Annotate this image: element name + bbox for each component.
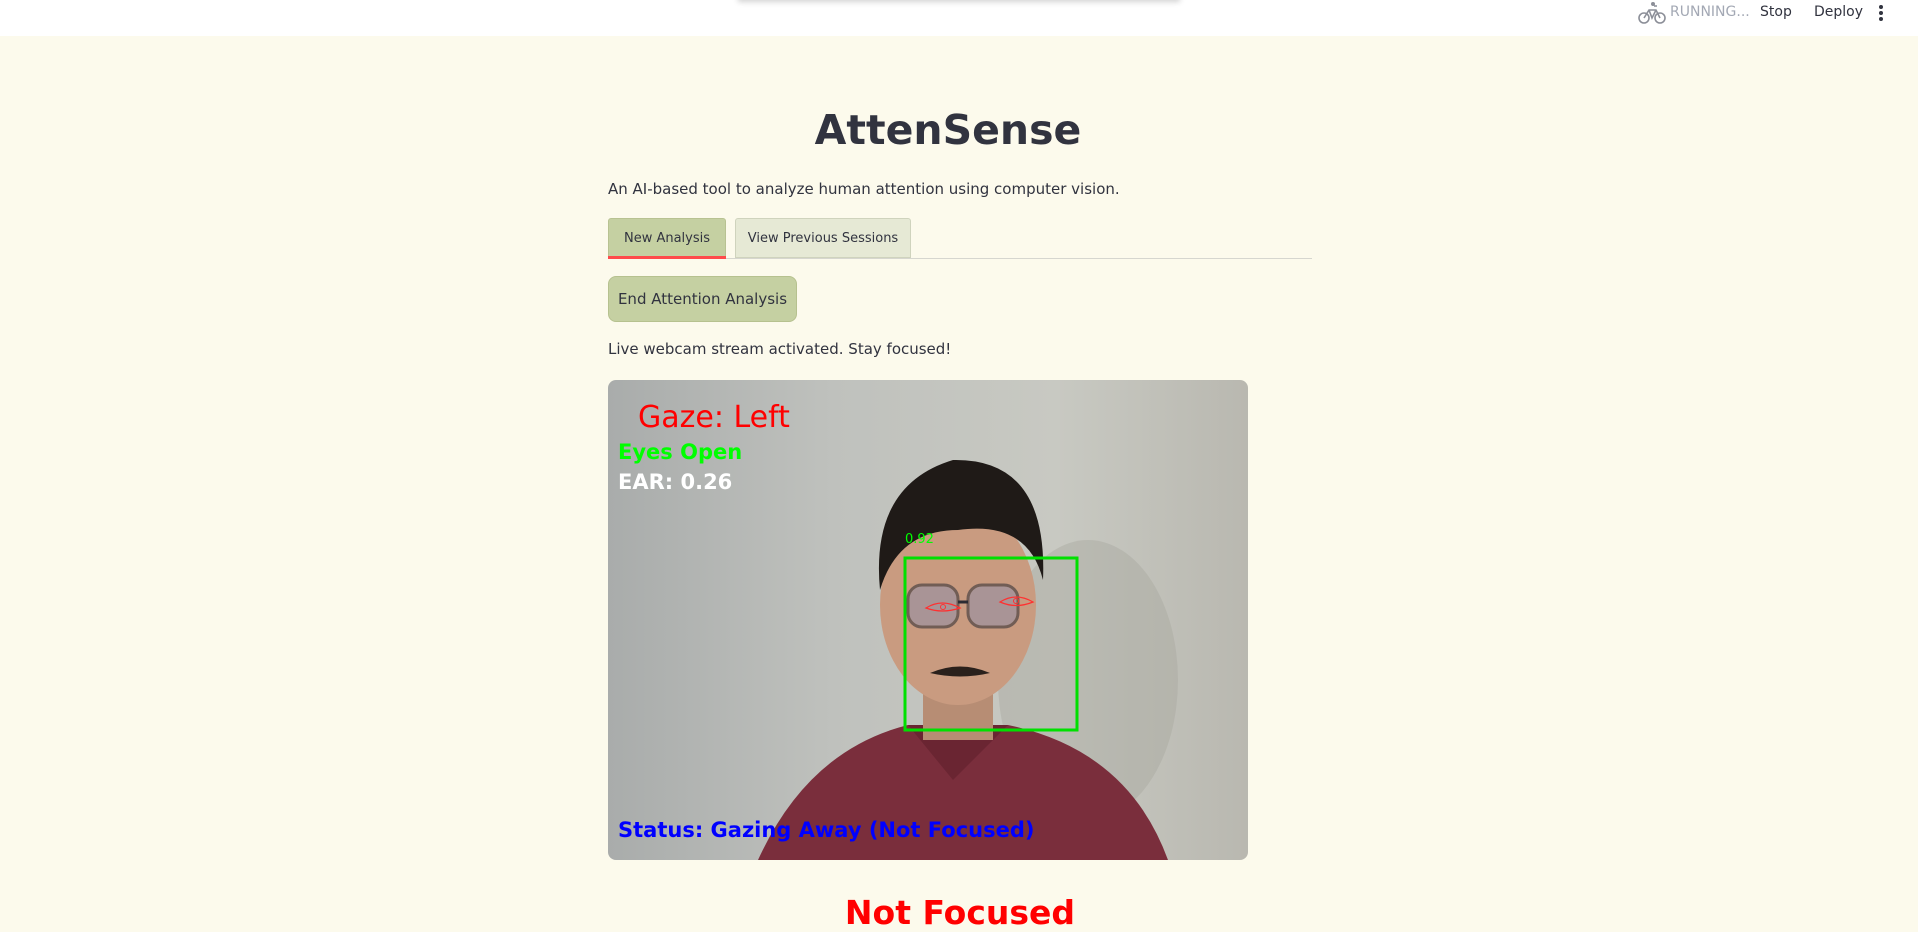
active-tab-indicator bbox=[608, 256, 726, 259]
webcam-stream: Gaze: Left Eyes Open EAR: 0.26 0.92 Stat… bbox=[608, 380, 1248, 860]
tab-view-previous-sessions[interactable]: View Previous Sessions bbox=[735, 218, 911, 258]
stream-info-text: Live webcam stream activated. Stay focus… bbox=[608, 340, 952, 358]
status-overlay-text: Status: Gazing Away (Not Focused) bbox=[618, 818, 1035, 842]
tab-new-analysis[interactable]: New Analysis bbox=[608, 218, 726, 258]
deploy-button[interactable]: Deploy bbox=[1814, 4, 1863, 20]
eyes-overlay-text: Eyes Open bbox=[618, 440, 743, 464]
gaze-overlay-text: Gaze: Left bbox=[638, 400, 790, 435]
face-confidence-label: 0.92 bbox=[905, 532, 934, 547]
page-subtitle: An AI-based tool to analyze human attent… bbox=[608, 180, 1120, 198]
end-analysis-button[interactable]: End Attention Analysis bbox=[608, 276, 797, 322]
ear-overlay-text: EAR: 0.26 bbox=[618, 470, 733, 494]
kebab-menu-icon[interactable] bbox=[1876, 3, 1886, 23]
focus-result-label: Not Focused bbox=[844, 893, 1076, 932]
stop-button[interactable]: Stop bbox=[1760, 4, 1792, 20]
page-title: AttenSense bbox=[814, 106, 1082, 154]
top-toolbar: RUNNING... Stop Deploy bbox=[0, 0, 1918, 36]
running-status: RUNNING... bbox=[1670, 4, 1750, 20]
bike-icon bbox=[1638, 2, 1666, 24]
